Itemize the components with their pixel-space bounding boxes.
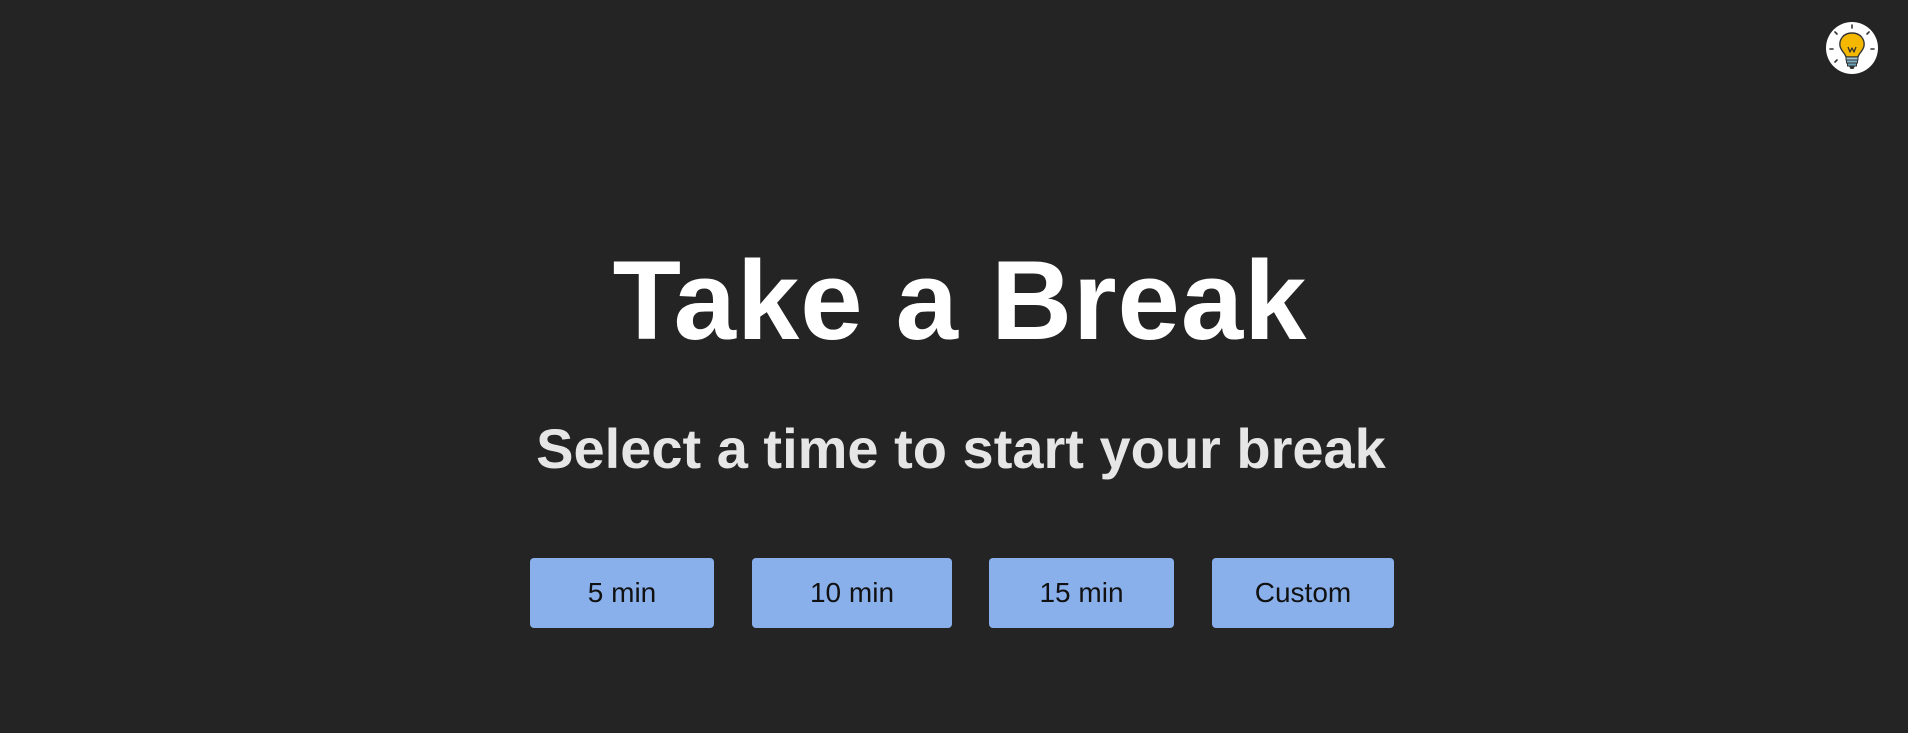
page-title: Take a Break — [612, 238, 1308, 363]
break-15-min-button[interactable]: 15 min — [989, 558, 1174, 628]
page-subtitle: Select a time to start your break — [536, 417, 1386, 480]
break-10-min-button[interactable]: 10 min — [752, 558, 952, 628]
break-5-min-button[interactable]: 5 min — [530, 558, 714, 628]
break-selection-panel: Take a Break Select a time to start your… — [0, 0, 1908, 733]
break-custom-button[interactable]: Custom — [1212, 558, 1394, 628]
